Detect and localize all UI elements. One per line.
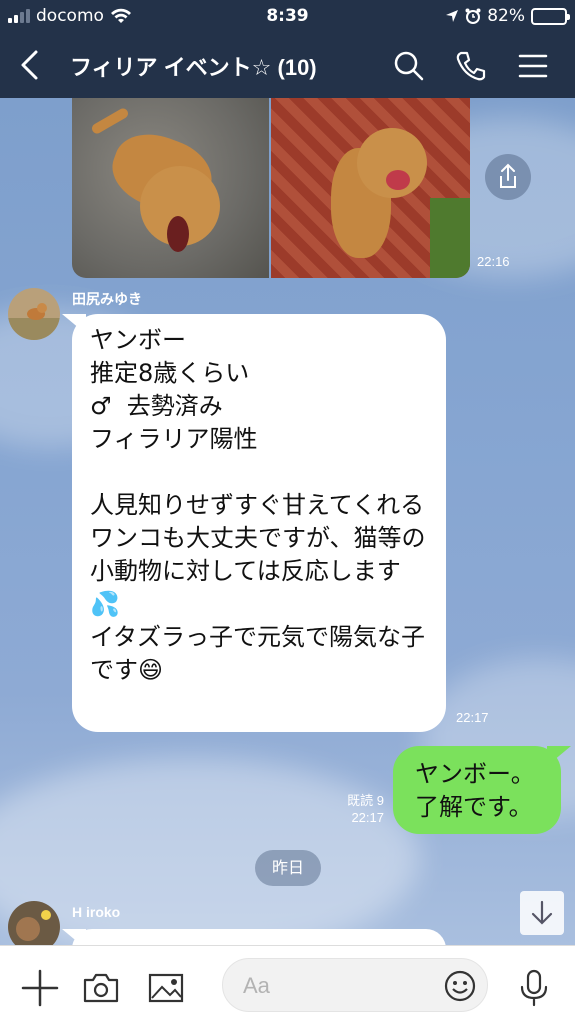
search-icon[interactable] <box>392 49 426 83</box>
avatar-image <box>8 901 60 945</box>
incoming-message-bubble[interactable]: ヤンボー 推定8歳くらい ♂ 去勢済み フィラリア陽性 人見知りせずすぐ甘えてく… <box>72 314 446 732</box>
battery-percent: 82% <box>487 6 525 26</box>
alarm-icon <box>465 8 481 24</box>
dog-photo-2[interactable] <box>271 98 470 278</box>
status-bar: docomo 8:39 82% <box>0 0 575 34</box>
location-icon <box>446 10 459 22</box>
grass <box>430 198 470 278</box>
message-timestamp: 22:17 <box>456 710 489 725</box>
dog-mouth <box>386 170 410 190</box>
dog-mouth <box>167 216 189 252</box>
input-bar: Aa <box>0 945 575 1024</box>
phone-icon[interactable] <box>454 49 488 83</box>
battery-icon <box>531 7 570 25</box>
sender-name: H iroko <box>72 904 121 920</box>
emoji-icon[interactable] <box>443 969 477 1003</box>
read-receipt: 既読 9 22:17 <box>330 792 384 826</box>
microphone-icon[interactable] <box>514 968 554 1008</box>
photo-timestamp: 22:16 <box>477 254 510 269</box>
avatar[interactable] <box>8 288 60 340</box>
plus-icon[interactable] <box>20 968 60 1008</box>
date-separator: 昨日 <box>255 850 321 886</box>
scroll-down-button[interactable] <box>520 891 564 935</box>
outgoing-message-bubble[interactable]: ヤンボー。 了解です。 <box>393 746 561 834</box>
arrow-down-icon <box>531 900 553 925</box>
message-timestamp: 22:17 <box>351 810 384 825</box>
chat-area[interactable]: 22:16 田尻みゆき ヤンボー 推定8歳くらい ♂ 去勢済み フィラリア陽性 … <box>0 98 575 945</box>
photo-message[interactable] <box>72 98 470 278</box>
back-chevron-icon[interactable] <box>14 48 48 82</box>
background-cloud <box>0 758 420 945</box>
nav-bar: フィリア イベント☆ (10) <box>0 34 575 98</box>
message-text: ヤンボー 推定8歳くらい ♂ 去勢済み フィラリア陽性 人見知りせずすぐ甘えてく… <box>90 326 426 684</box>
read-count: 既読 9 <box>347 793 384 808</box>
message-input[interactable]: Aa <box>222 958 488 1012</box>
sender-name: 田尻みゆき <box>72 291 142 307</box>
dog-tail <box>90 106 130 136</box>
chat-header: docomo 8:39 82% フィリア イベント☆ (10) <box>0 0 575 98</box>
message-text: ヤンボー。 了解です。 <box>415 760 535 821</box>
chat-title[interactable]: フィリア イベント☆ (10) <box>70 50 317 82</box>
camera-icon[interactable] <box>81 968 121 1008</box>
incoming-message-bubble[interactable] <box>72 929 446 945</box>
avatar[interactable] <box>8 901 60 945</box>
dog-photo-1[interactable] <box>72 98 269 278</box>
image-icon[interactable] <box>146 968 186 1008</box>
avatar-image <box>8 288 60 340</box>
menu-icon[interactable] <box>516 49 550 83</box>
message-input-placeholder: Aa <box>243 973 270 998</box>
share-button[interactable] <box>485 154 531 200</box>
status-right: 82% <box>445 6 570 26</box>
share-icon <box>500 163 516 188</box>
